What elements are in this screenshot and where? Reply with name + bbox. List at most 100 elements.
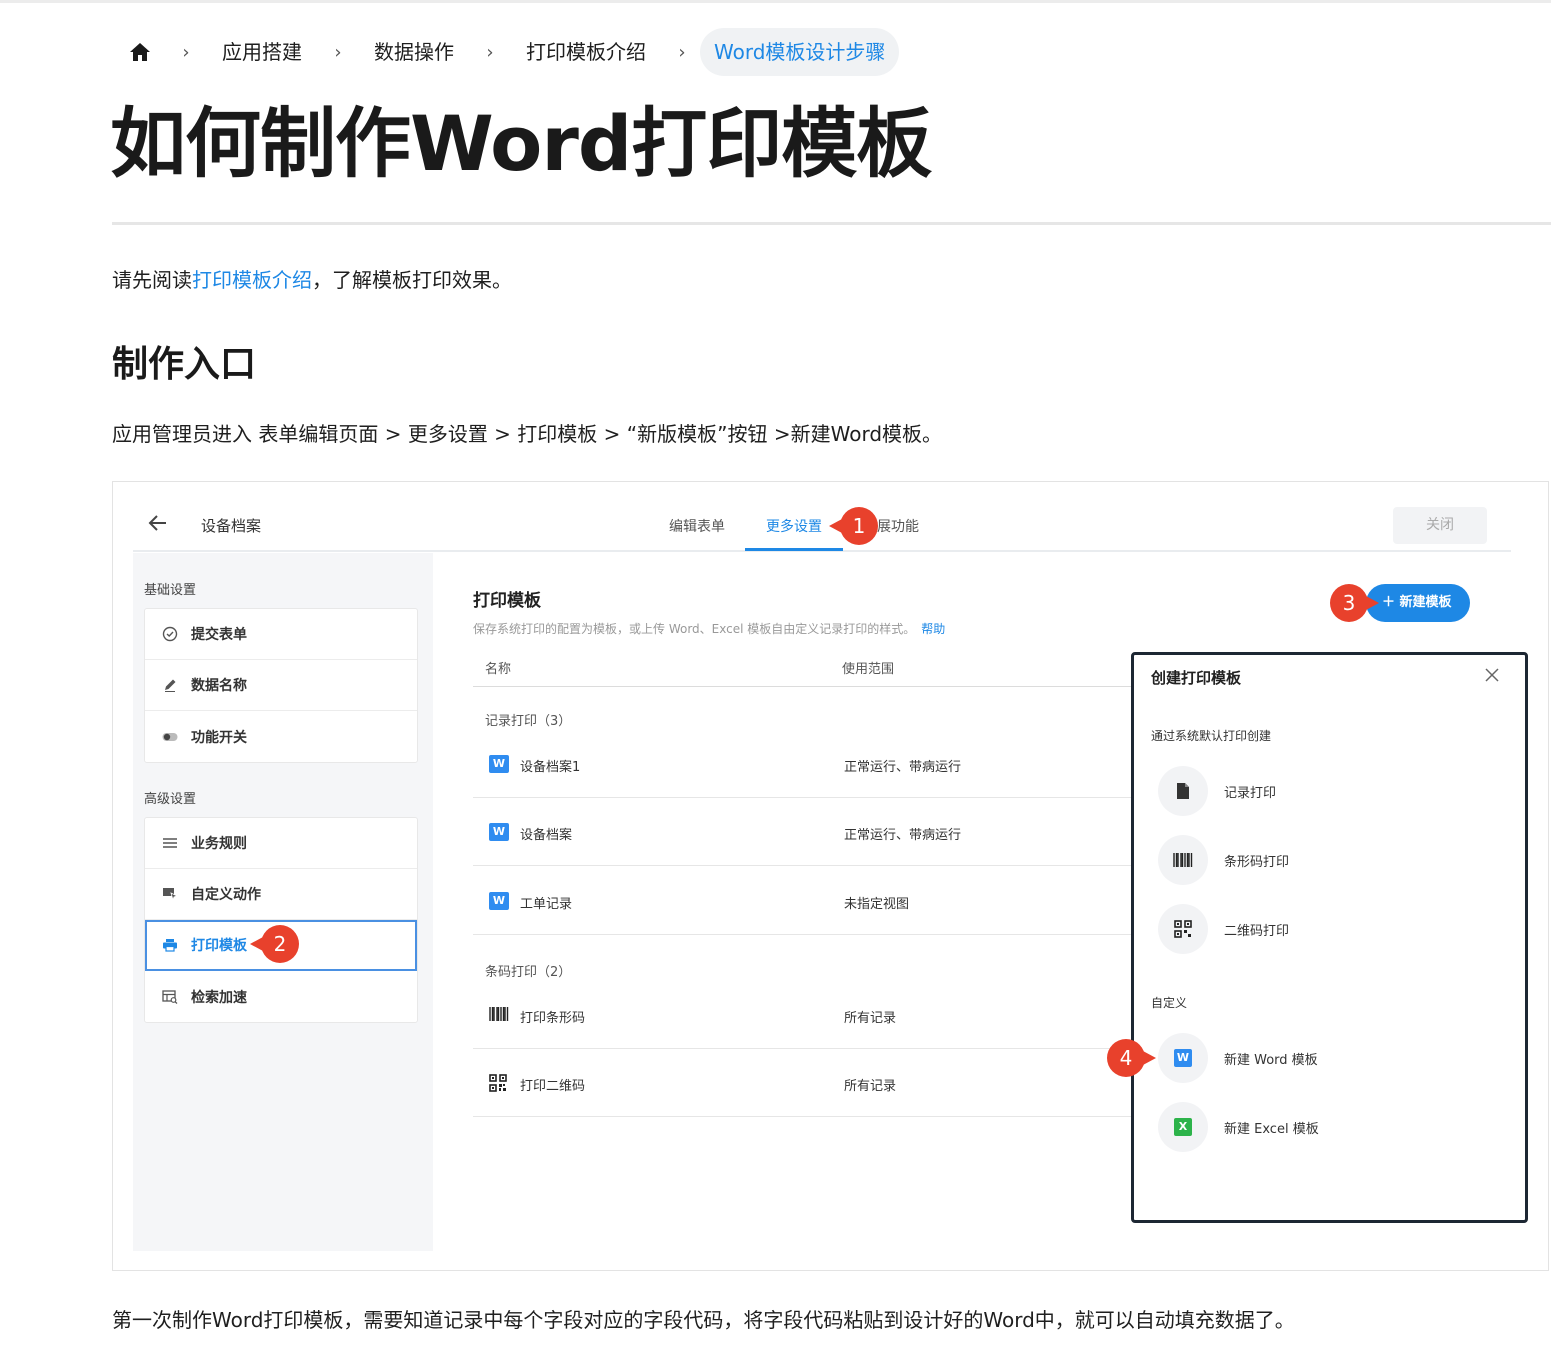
tab-more-settings[interactable]: 更多设置: [766, 516, 822, 536]
new-template-button[interactable]: ＋ 新建模板: [1366, 584, 1470, 622]
section-heading: 制作入口: [112, 344, 257, 385]
cursor-window-icon: [161, 885, 179, 903]
pencil-icon: [161, 676, 179, 694]
chevron-right-icon: ›: [334, 41, 342, 63]
qr-code-icon: [489, 1074, 509, 1092]
option-barcode-print[interactable]: 条形码打印: [1158, 835, 1488, 885]
sidebar-item-search-accel[interactable]: 检索加速: [145, 971, 417, 1022]
file-icon: [1158, 766, 1208, 816]
main-description: 保存系统打印的配置为模板，或上传 Word、Excel 模板自由定义记录打印的样…: [473, 620, 945, 637]
table-row[interactable]: W 工单记录 未指定视图: [473, 867, 1133, 935]
sidebar-item-custom-action[interactable]: 自定义动作: [145, 869, 417, 920]
group-barcode-print: 条码打印（2）: [485, 965, 572, 980]
breadcrumb-item[interactable]: 应用搭建: [204, 28, 320, 76]
intro-paragraph: 请先阅读打印模板介绍，了解模板打印效果。: [112, 265, 512, 295]
step-marker-3: 3: [1330, 584, 1379, 622]
tab-extensions[interactable]: 展功能: [877, 516, 919, 536]
row-name: 工单记录: [520, 897, 573, 912]
qr-code-icon: [1158, 904, 1208, 954]
step-marker-4: 4: [1107, 1039, 1156, 1077]
word-icon: W: [1158, 1033, 1208, 1083]
intro-link[interactable]: 打印模板介绍: [192, 268, 312, 292]
create-template-dialog: 创建打印模板 通过系统默认打印创建 记录打印 条形码打印 二维码打印 自定义 W…: [1131, 652, 1528, 1223]
excel-badge: X: [1174, 1118, 1192, 1136]
home-icon[interactable]: [112, 28, 168, 76]
top-divider: [0, 0, 1551, 3]
tab-edit-form[interactable]: 编辑表单: [669, 516, 725, 536]
barcode-icon: [489, 1006, 509, 1024]
row-scope: 正常运行、带病运行: [844, 760, 962, 775]
chevron-right-icon: ›: [678, 41, 686, 63]
close-button[interactable]: 关闭: [1393, 507, 1487, 544]
plus-icon: ＋: [1382, 595, 1400, 610]
printer-icon: [161, 936, 179, 954]
sidebar-item-label: 自定义动作: [191, 887, 261, 903]
chevron-right-icon: ›: [182, 41, 190, 63]
step-marker-2: 2: [250, 925, 299, 963]
barcode-icon: [1158, 835, 1208, 885]
closing-paragraph: 第一次制作Word打印模板，需要知道记录中每个字段对应的字段代码，将字段代码粘贴…: [112, 1308, 1295, 1332]
row-scope: 所有记录: [844, 1011, 897, 1026]
toggle-icon: [161, 728, 179, 746]
basic-settings-label: 基础设置: [144, 583, 197, 598]
option-label: 二维码打印: [1224, 924, 1290, 939]
screenshot-figure: 设备档案 编辑表单 更多设置 展功能 关闭 1 基础设置 提交表单 数据名称 功…: [112, 481, 1549, 1271]
close-icon[interactable]: [1484, 667, 1502, 685]
row-scope: 未指定视图: [844, 897, 910, 912]
list-icon: [161, 834, 179, 852]
back-arrow-icon[interactable]: [147, 512, 169, 534]
table-row[interactable]: 打印二维码 所有记录: [473, 1049, 1133, 1117]
excel-icon: X: [1158, 1102, 1208, 1152]
word-file-icon: W: [489, 755, 509, 773]
word-file-icon: W: [489, 823, 509, 841]
intro-after: ，了解模板打印效果。: [312, 268, 512, 292]
chevron-right-icon: ›: [486, 41, 494, 63]
sidebar-item-label: 业务规则: [191, 836, 247, 852]
sidebar-item-label: 提交表单: [191, 627, 247, 643]
sidebar-item-label: 打印模板: [191, 938, 247, 954]
app-name: 设备档案: [201, 517, 262, 535]
option-label: 条形码打印: [1224, 855, 1290, 870]
page-title: 如何制作Word打印模板: [110, 99, 932, 188]
word-badge: W: [1174, 1049, 1192, 1067]
table-row[interactable]: 打印条形码 所有记录: [473, 981, 1133, 1049]
advanced-settings-label: 高级设置: [144, 792, 197, 807]
help-link[interactable]: 帮助: [921, 622, 945, 636]
word-file-icon: W: [489, 892, 509, 910]
main-title: 打印模板: [473, 591, 541, 611]
table-row[interactable]: W 设备档案1 正常运行、带病运行: [473, 730, 1133, 798]
basic-settings-card: 提交表单 数据名称 功能开关: [144, 608, 418, 763]
sidebar-item-business-rules[interactable]: 业务规则: [145, 818, 417, 869]
row-scope: 正常运行、带病运行: [844, 828, 962, 843]
settings-sidebar: 基础设置 提交表单 数据名称 功能开关 高级设置 业务规则 自定义动作 打印模板…: [133, 553, 433, 1251]
active-tab-indicator: [745, 548, 843, 551]
row-scope: 所有记录: [844, 1079, 897, 1094]
intro-before: 请先阅读: [112, 268, 192, 292]
sidebar-item-submit-form[interactable]: 提交表单: [145, 609, 417, 660]
breadcrumb-item[interactable]: 数据操作: [356, 28, 472, 76]
title-divider: [112, 222, 1551, 225]
option-record-print[interactable]: 记录打印: [1158, 766, 1488, 816]
sidebar-item-data-name[interactable]: 数据名称: [145, 660, 417, 711]
column-header-scope: 使用范围: [842, 662, 895, 677]
row-name: 设备档案: [520, 828, 573, 843]
table-row[interactable]: W 设备档案 正常运行、带病运行: [473, 798, 1133, 866]
new-template-label: 新建模板: [1399, 595, 1452, 610]
column-header-name: 名称: [485, 662, 512, 677]
sidebar-item-label: 数据名称: [191, 678, 247, 694]
group-record-print: 记录打印（3）: [485, 714, 572, 729]
sidebar-item-label: 功能开关: [191, 729, 247, 746]
system-create-label: 通过系统默认打印创建: [1151, 729, 1272, 743]
option-label: 新建 Excel 模板: [1224, 1122, 1319, 1137]
sidebar-item-feature-switch[interactable]: 功能开关: [145, 711, 417, 762]
header-divider: [473, 686, 1133, 687]
breadcrumb-item[interactable]: 打印模板介绍: [508, 28, 664, 76]
breadcrumb-current[interactable]: Word模板设计步骤: [700, 28, 900, 76]
row-name: 设备档案1: [520, 760, 581, 775]
option-qrcode-print[interactable]: 二维码打印: [1158, 904, 1488, 954]
option-new-excel-template[interactable]: X 新建 Excel 模板: [1158, 1102, 1488, 1152]
option-new-word-template[interactable]: W 新建 Word 模板: [1158, 1033, 1488, 1083]
option-label: 新建 Word 模板: [1224, 1053, 1318, 1068]
advanced-settings-card: 业务规则 自定义动作 打印模板 检索加速: [144, 817, 418, 1023]
sidebar-item-label: 检索加速: [191, 989, 247, 1006]
